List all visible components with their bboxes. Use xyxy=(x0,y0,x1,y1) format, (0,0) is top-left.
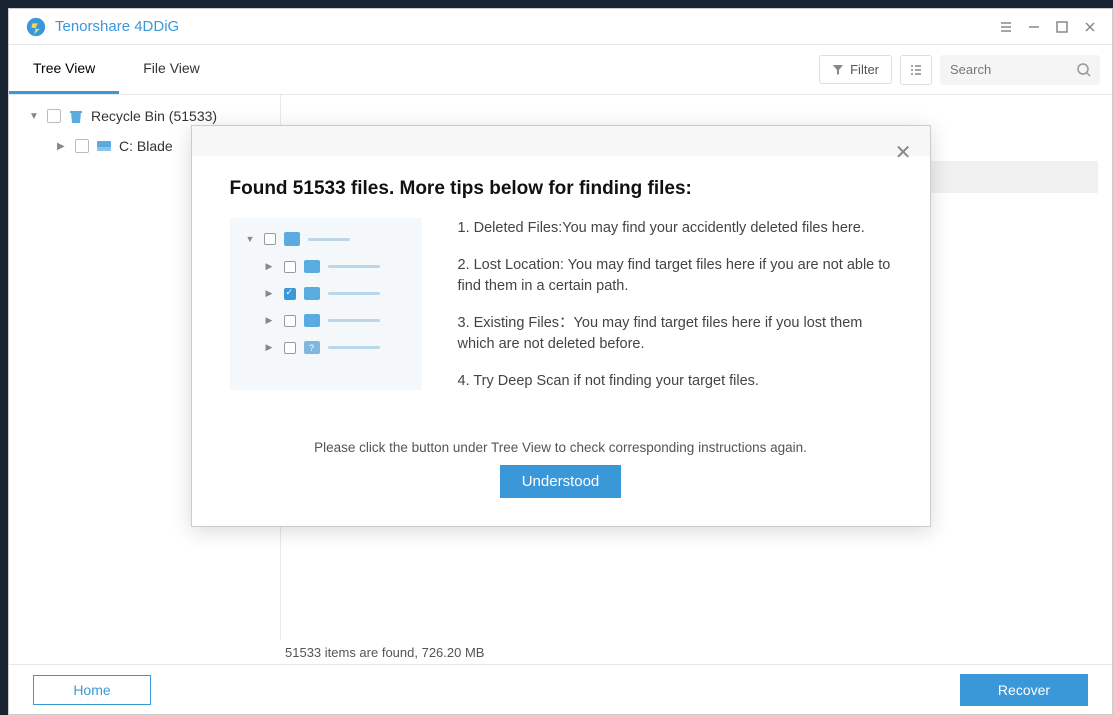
tip-3: 3. Existing Files：You may find target fi… xyxy=(458,313,892,355)
modal-overlay: ✕ Found 51533 files. More tips below for… xyxy=(9,9,1112,714)
understood-button[interactable]: Understood xyxy=(500,465,622,498)
modal-body: ▼ ▶ ▶ ▶ ▶? 1. Deleted Files:You may find… xyxy=(192,218,930,392)
modal-footer-text: Please click the button under Tree View … xyxy=(192,440,930,455)
tip-2: 2. Lost Location: You may find target fi… xyxy=(458,255,892,297)
modal-header xyxy=(192,126,930,156)
modal-title: Found 51533 files. More tips below for f… xyxy=(192,156,930,218)
tips-modal: ✕ Found 51533 files. More tips below for… xyxy=(191,125,931,527)
modal-illustration: ▼ ▶ ▶ ▶ ▶? xyxy=(230,218,422,390)
tip-4: 4. Try Deep Scan if not finding your tar… xyxy=(458,371,892,392)
tip-1: 1. Deleted Files:You may find your accid… xyxy=(458,218,892,239)
app-window: Tenorshare 4DDiG Tree View File View Fil… xyxy=(8,8,1113,715)
modal-close-button[interactable]: ✕ xyxy=(895,140,912,165)
modal-tips: 1. Deleted Files:You may find your accid… xyxy=(458,218,892,392)
